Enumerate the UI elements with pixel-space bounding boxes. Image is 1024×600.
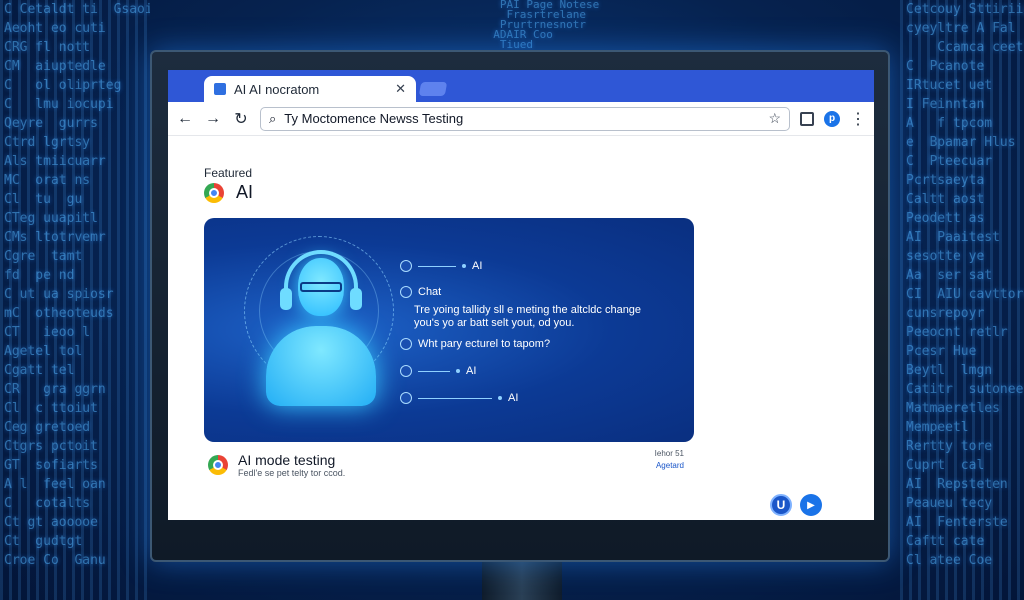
tab-title: AI AI nocratom	[234, 81, 320, 97]
connector-dot-icon	[498, 396, 502, 400]
connector-line	[418, 370, 450, 372]
background-code-right: Cetcouy Sttiriipp cyeyltre A Fal Ccamca …	[906, 2, 1024, 568]
node-icon	[400, 286, 412, 298]
hero-item-label: AI	[508, 392, 519, 404]
search-icon: ⌕	[269, 110, 277, 126]
hero-item-label: AI	[466, 365, 477, 377]
connector-line	[418, 265, 456, 267]
bookmark-star-icon[interactable]: ☆	[768, 110, 781, 127]
result-meta: Iehor 51 Agetard	[655, 448, 684, 472]
result-card[interactable]: AI mode testing Fedl'e se pet telty tor …	[204, 448, 694, 482]
node-icon	[400, 338, 412, 350]
featured-heading: AI	[204, 182, 253, 203]
browser-toolbar: ← → ↻ ⌕ Ty Moctomence Newss Testing ☆ p …	[168, 102, 874, 136]
user-button[interactable]: U	[770, 494, 792, 516]
hero-banner[interactable]: AI Chat Tre yoing tallidy sll e meting t…	[204, 218, 694, 442]
headphone-right-icon	[350, 288, 362, 310]
result-text: AI mode testing Fedl'e se pet telty tor …	[238, 452, 345, 478]
chrome-logo-icon	[204, 182, 224, 203]
hero-item-label: AI	[472, 260, 483, 272]
menu-kebab-icon[interactable]: ⋮	[850, 109, 866, 129]
monitor-stand	[482, 562, 562, 600]
browser-window: AI AI nocratom ✕ ← → ↻ ⌕ Ty Moctomence N…	[168, 70, 874, 520]
reload-icon[interactable]: ↻	[232, 109, 250, 129]
hero-item: AI	[400, 392, 518, 404]
result-snippet: Fedl'e se pet telty tor ccod.	[238, 468, 346, 478]
close-icon[interactable]: ✕	[395, 81, 406, 97]
chat-body-text: Tre yoing tallidy sll e meting the altcl…	[414, 304, 642, 329]
node-icon	[400, 392, 412, 404]
result-date: Iehor 51	[654, 449, 684, 458]
extensions-icon[interactable]	[800, 111, 814, 126]
glasses-icon	[300, 282, 342, 292]
monitor: AI AI nocratom ✕ ← → ↻ ⌕ Ty Moctomence N…	[150, 50, 890, 562]
address-text[interactable]: Ty Moctomence Newss Testing	[284, 111, 760, 126]
ai-avatar-body-icon	[266, 326, 376, 406]
node-icon	[400, 260, 412, 272]
node-icon	[400, 365, 412, 377]
hero-item-label: Chat	[418, 286, 442, 298]
back-arrow-icon[interactable]: ←	[176, 110, 194, 128]
hero-item: AI	[400, 260, 482, 272]
hero-item: AI	[400, 365, 476, 377]
chrome-logo-icon	[208, 455, 228, 475]
result-author[interactable]: Agetard	[655, 460, 684, 472]
forward-arrow-icon[interactable]: →	[204, 110, 222, 128]
hero-item-label: Wht pary ecturel to tapom?	[418, 338, 551, 350]
featured-label: Featured	[204, 166, 253, 180]
headphone-left-icon	[280, 288, 292, 310]
hero-item: Chat	[400, 286, 441, 298]
hero-item: Wht pary ecturel to tapom?	[400, 338, 550, 350]
new-tab-button[interactable]	[418, 82, 448, 96]
background-code-top: PAI Page Notese Frasrtrelane Prurtrnesno…	[493, 0, 600, 50]
featured-title: AI	[236, 182, 254, 202]
connector-line	[418, 397, 492, 399]
result-title[interactable]: AI mode testing	[238, 452, 345, 468]
background-code-left: C Cetaldt ti Gsaoiuh Aeoht eo cuti CRG f…	[4, 2, 150, 568]
tab-favicon-icon	[214, 83, 226, 95]
play-button[interactable]: ▶	[800, 494, 822, 516]
profile-avatar-icon[interactable]: p	[824, 110, 840, 127]
connector-dot-icon	[462, 264, 466, 268]
connector-dot-icon	[456, 369, 460, 373]
address-bar[interactable]: ⌕ Ty Moctomence Newss Testing ☆	[260, 106, 790, 131]
tab-active[interactable]: AI AI nocratom ✕	[204, 76, 416, 102]
tab-strip: AI AI nocratom ✕	[168, 70, 874, 102]
